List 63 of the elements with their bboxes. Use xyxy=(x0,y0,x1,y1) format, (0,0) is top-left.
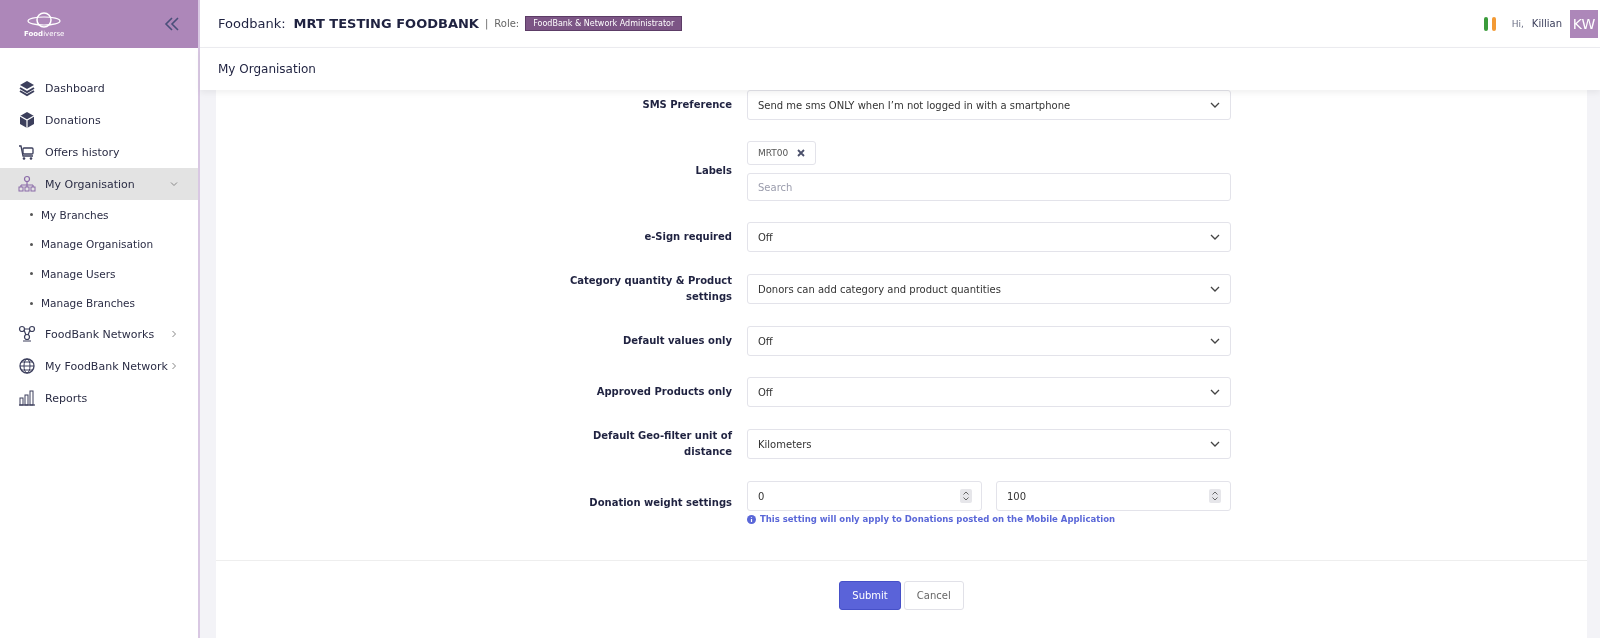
cancel-button[interactable]: Cancel xyxy=(903,581,964,610)
spinner-icon xyxy=(960,489,972,503)
sidebar-subitem[interactable]: Manage Organisation xyxy=(0,229,198,259)
sidebar-item[interactable]: My FoodBank Network xyxy=(0,350,198,382)
sidebar-item[interactable]: My Organisation xyxy=(0,168,198,200)
box-icon xyxy=(18,111,36,129)
bar-chart-icon xyxy=(18,389,36,407)
sidebar-subitem[interactable]: Manage Users xyxy=(0,259,198,289)
sidebar-item[interactable]: Dashboard xyxy=(0,72,198,104)
select-field[interactable]: Off xyxy=(747,377,1231,407)
network-icon xyxy=(18,325,36,343)
chip-text: MRT00 xyxy=(758,148,789,158)
page-title: My Organisation xyxy=(218,62,316,76)
sidebar-subitem[interactable]: My Branches xyxy=(0,200,198,230)
sidebar-item[interactable]: Offers history xyxy=(0,136,198,168)
remove-icon xyxy=(797,149,806,157)
select-field[interactable]: Kilometers xyxy=(747,429,1231,459)
sidebar-subitem[interactable]: Manage Branches xyxy=(0,288,198,318)
field-label: e-Sign required xyxy=(643,230,732,244)
sidebar-item[interactable]: Reports xyxy=(0,382,198,414)
role-label: Role: xyxy=(494,18,520,29)
chevron-icon xyxy=(170,180,178,188)
select-field[interactable]: Off xyxy=(747,326,1231,356)
role-badge: FoodBank & Network Administrator xyxy=(525,16,683,31)
foodbank-label: Foodbank: xyxy=(218,16,286,31)
caret-icon xyxy=(1210,286,1220,292)
sidebar-item[interactable]: Donations xyxy=(0,104,198,136)
caret-icon xyxy=(1210,338,1220,344)
field-label: Default values only xyxy=(622,334,732,348)
field-label: Approved Products only xyxy=(595,385,732,399)
field-label: Default Geo-filter unit of distance xyxy=(592,429,732,459)
number-field[interactable]: 100 xyxy=(996,481,1231,511)
caret-icon xyxy=(1210,441,1220,447)
field-label: Donation weight settings xyxy=(588,495,732,510)
layers-icon xyxy=(18,79,36,97)
greeting: Hi, xyxy=(1511,18,1524,29)
flag-icon xyxy=(1483,16,1496,31)
caret-icon xyxy=(1210,234,1220,240)
chevron-icon xyxy=(170,362,178,370)
select-field[interactable]: Donors can add category and product quantities xyxy=(747,274,1231,304)
separator: | xyxy=(484,18,489,29)
globe-icon xyxy=(18,357,36,375)
field-label: SMS Preference xyxy=(641,98,732,112)
submit-button[interactable]: Submit xyxy=(839,581,901,610)
info-icon xyxy=(747,514,756,524)
user-name[interactable]: Killian xyxy=(1531,18,1562,29)
select-field[interactable]: Off xyxy=(747,222,1231,252)
search-field[interactable]: Search xyxy=(747,173,1231,201)
note-text: This setting will only apply to Donations posted on the Mobile Application xyxy=(760,514,1116,524)
select-field[interactable]: Send me sms ONLY when I’m not logged in with a smartphone xyxy=(747,90,1231,120)
planet-icon xyxy=(27,10,62,30)
caret-icon xyxy=(1210,102,1220,108)
field-label: Labels xyxy=(694,164,732,178)
foodbank-name: MRT TESTING FOODBANK xyxy=(293,16,479,31)
cart-icon xyxy=(18,143,36,161)
sidebar-item[interactable]: FoodBank Networks xyxy=(0,318,198,350)
spinner-icon xyxy=(1209,489,1221,503)
number-field[interactable]: 0 xyxy=(747,481,982,511)
chevron-icon xyxy=(170,330,178,338)
hierarchy-icon xyxy=(18,175,36,193)
caret-icon xyxy=(1210,389,1220,395)
field-label: Category quantity & Product settings xyxy=(568,274,732,304)
collapse-icon xyxy=(164,17,180,31)
